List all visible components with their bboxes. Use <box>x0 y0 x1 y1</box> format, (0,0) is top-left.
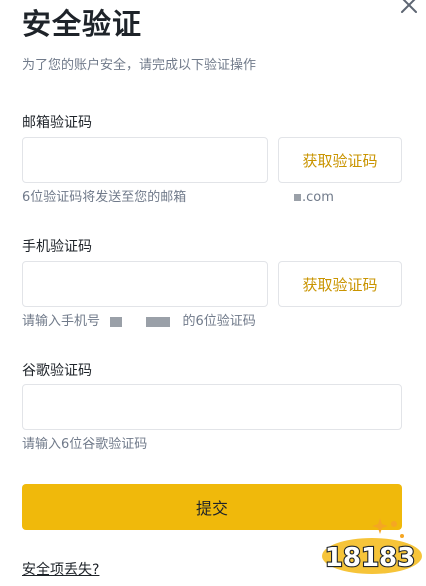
email-get-code-button[interactable]: 获取验证码 <box>278 137 402 183</box>
watermark-logo: 18183 <box>318 514 422 580</box>
phone-code-label: 手机验证码 <box>22 239 92 255</box>
masked-email: .com <box>294 189 334 207</box>
masked-phone-part-2 <box>146 316 171 327</box>
google-code-field[interactable] <box>22 384 402 430</box>
email-code-label: 邮箱验证码 <box>22 115 92 131</box>
phone-code-field[interactable] <box>22 261 268 307</box>
email-code-hint: 6位验证码将发送至您的邮箱 <box>22 190 187 205</box>
phone-hint-prefix: 请输入手机号 <box>22 314 101 329</box>
phone-code-hint: 请输入手机号 的6位验证码 <box>22 313 256 331</box>
masked-email-suffix: .com <box>302 190 334 205</box>
google-code-input[interactable] <box>23 385 401 429</box>
phone-code-input[interactable] <box>23 262 267 306</box>
google-code-hint: 请输入6位谷歌验证码 <box>22 437 148 452</box>
phone-get-code-button[interactable]: 获取验证码 <box>278 261 402 307</box>
close-button[interactable] <box>396 0 422 18</box>
email-code-input[interactable] <box>23 138 267 182</box>
watermark-text: 18183 <box>325 543 415 573</box>
page-subtitle: 为了您的账户安全，请完成以下验证操作 <box>22 58 257 73</box>
watermark-sparkle-icon <box>372 518 404 538</box>
close-icon <box>401 0 417 13</box>
page-title: 安全验证 <box>22 7 143 41</box>
masked-phone-part-1 <box>110 316 123 327</box>
security-item-lost-link[interactable]: 安全项丢失? <box>22 561 99 579</box>
masked-email-redaction <box>294 194 301 201</box>
email-code-field[interactable] <box>22 137 268 183</box>
phone-hint-suffix: 的6位验证码 <box>182 314 256 329</box>
google-code-label: 谷歌验证码 <box>22 363 92 379</box>
